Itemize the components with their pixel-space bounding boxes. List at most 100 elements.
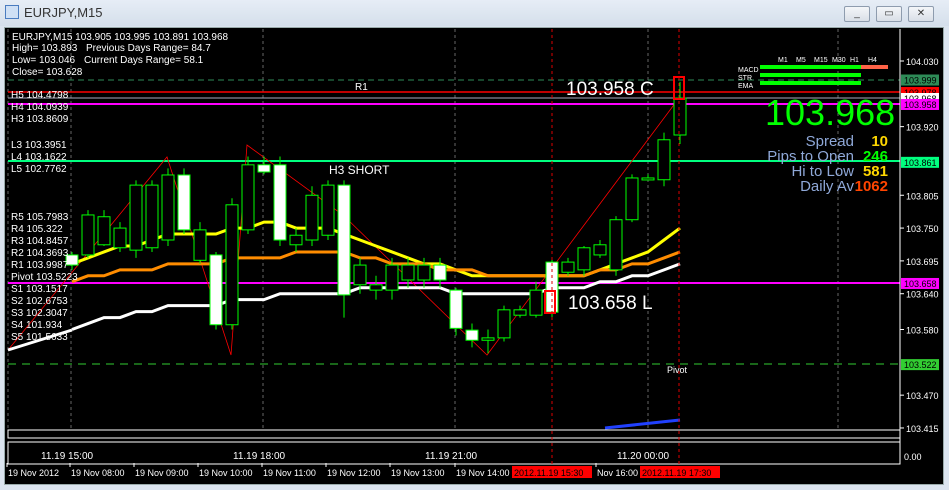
timeframe-label: H1 bbox=[850, 57, 859, 64]
timeframe-label: M15 bbox=[814, 57, 828, 64]
candle bbox=[369, 284, 383, 291]
candle bbox=[321, 184, 335, 236]
candle bbox=[305, 194, 319, 241]
candle bbox=[593, 244, 607, 256]
price-axis-label: 103.470 bbox=[906, 391, 939, 401]
candle bbox=[257, 164, 271, 173]
timeframe-label: H4 bbox=[868, 57, 877, 64]
pivot-level: R3 104.8457 bbox=[11, 236, 69, 247]
candle bbox=[177, 174, 191, 231]
time-axis-label: 19 Nov 09:00 bbox=[135, 468, 189, 478]
h3-short-label: H3 SHORT bbox=[329, 163, 390, 177]
candle bbox=[577, 247, 591, 271]
sub-time-label: 11.19 21:00 bbox=[425, 451, 478, 462]
day-high: High= 103.893 bbox=[12, 43, 78, 54]
candle bbox=[273, 164, 287, 241]
camarilla-level: L5 102.7762 bbox=[11, 164, 67, 175]
time-axis-label: 19 Nov 14:00 bbox=[456, 468, 510, 478]
candle bbox=[97, 216, 111, 246]
candle bbox=[145, 184, 159, 249]
sub-time-label: 11.20 00:00 bbox=[617, 451, 670, 462]
candle bbox=[625, 177, 639, 221]
pivot-level: S2 102.6753 bbox=[11, 296, 68, 307]
candle bbox=[385, 264, 399, 291]
price-axis-label: 104.030 bbox=[906, 57, 939, 67]
timeframe-label: M30 bbox=[832, 57, 846, 64]
panel-value: 1062 bbox=[855, 178, 888, 195]
time-axis-label: 19 Nov 11:00 bbox=[263, 468, 316, 478]
signal-row-label: STR bbox=[738, 75, 752, 82]
indicator-subwindow bbox=[7, 429, 901, 439]
candle bbox=[481, 337, 495, 341]
candle bbox=[529, 289, 543, 316]
price-tag-label: 103.958 bbox=[904, 100, 937, 110]
candle bbox=[513, 309, 527, 316]
pivot-level: S4 101.934 bbox=[11, 320, 63, 331]
r1-label: R1 bbox=[355, 82, 368, 93]
price-axis-label: 103.805 bbox=[906, 191, 939, 201]
day-low: Low= 103.046 bbox=[12, 55, 76, 66]
candle bbox=[497, 309, 511, 339]
blue-ma-line bbox=[604, 418, 681, 430]
candle bbox=[641, 177, 655, 181]
signal-bar bbox=[760, 73, 861, 77]
candle bbox=[81, 214, 95, 256]
candle bbox=[161, 174, 175, 241]
time-cursor-label: 2012.11.19 15:30 bbox=[514, 468, 583, 478]
high-mark-label: 103.958 C bbox=[566, 79, 654, 100]
candle bbox=[417, 264, 431, 281]
signal-bar-h4 bbox=[861, 65, 888, 69]
camarilla-level: H4 104.0939 bbox=[11, 102, 69, 113]
candle bbox=[433, 264, 447, 281]
candle bbox=[225, 204, 239, 326]
candle bbox=[657, 139, 671, 181]
time-axis-label: 19 Nov 10:00 bbox=[199, 468, 253, 478]
signal-row-label: EMA bbox=[738, 83, 754, 90]
price-axis-label: 103.580 bbox=[906, 326, 939, 336]
pivot-level: R4 105.322 bbox=[11, 224, 63, 235]
signal-bar bbox=[760, 81, 861, 85]
candle bbox=[129, 184, 143, 251]
price-axis-label: 103.920 bbox=[906, 123, 939, 133]
candle bbox=[673, 97, 687, 136]
pivot-label: Pivot bbox=[667, 365, 688, 375]
candle bbox=[465, 329, 479, 341]
pivot-level: Pivot 103.5223 bbox=[11, 272, 78, 283]
price-tag-label: 103.658 bbox=[904, 279, 937, 289]
price-tag-label: 103.522 bbox=[904, 360, 937, 370]
camarilla-level: H3 103.8609 bbox=[11, 114, 69, 125]
sub-time-label: 11.19 15:00 bbox=[41, 451, 94, 462]
time-axis-label: Nov 16:00 bbox=[597, 468, 638, 478]
candle bbox=[209, 254, 223, 326]
price-tag-label: 103.861 bbox=[904, 158, 937, 168]
price-axis-label: 103.415 bbox=[906, 424, 939, 434]
price-axis-label: 103.750 bbox=[906, 224, 939, 234]
time-cursor-label: 2012.11.19 17:30 bbox=[642, 468, 711, 478]
time-axis-label: 19 Nov 2012 bbox=[8, 468, 59, 478]
big-price: 103.968 bbox=[765, 92, 895, 133]
candle bbox=[449, 289, 463, 329]
camarilla-level: L4 103.1622 bbox=[11, 152, 67, 163]
price-chart[interactable]: EURJPY,M15 103.905 103.995 103.891 103.9… bbox=[0, 0, 949, 490]
candle bbox=[609, 219, 623, 271]
price-axis-label: 103.695 bbox=[906, 257, 939, 267]
pivot-level: S1 103.1517 bbox=[11, 284, 68, 295]
pivot-level: R2 104.3693 bbox=[11, 248, 69, 259]
time-axis-label: 19 Nov 13:00 bbox=[391, 468, 445, 478]
candle bbox=[241, 164, 255, 231]
pivot-level: R1 103.9987 bbox=[11, 260, 69, 271]
timeframe-label: M5 bbox=[796, 57, 806, 64]
prev-days-range: Previous Days Range= 84.7 bbox=[86, 43, 211, 54]
candle bbox=[401, 264, 415, 281]
candle bbox=[353, 264, 367, 286]
signal-row-label: MACD bbox=[738, 67, 759, 74]
current-days-range: Current Days Range= 58.1 bbox=[84, 55, 204, 66]
timeframe-label: M1 bbox=[778, 57, 788, 64]
price-axis-label: 103.640 bbox=[906, 290, 939, 300]
sub-axis-label: 0.00 bbox=[904, 452, 922, 462]
camarilla-level: L3 103.3951 bbox=[11, 140, 67, 151]
pivot-level: R5 105.7983 bbox=[11, 212, 69, 223]
candle bbox=[113, 227, 127, 249]
candle bbox=[337, 184, 351, 296]
candle bbox=[561, 261, 575, 273]
